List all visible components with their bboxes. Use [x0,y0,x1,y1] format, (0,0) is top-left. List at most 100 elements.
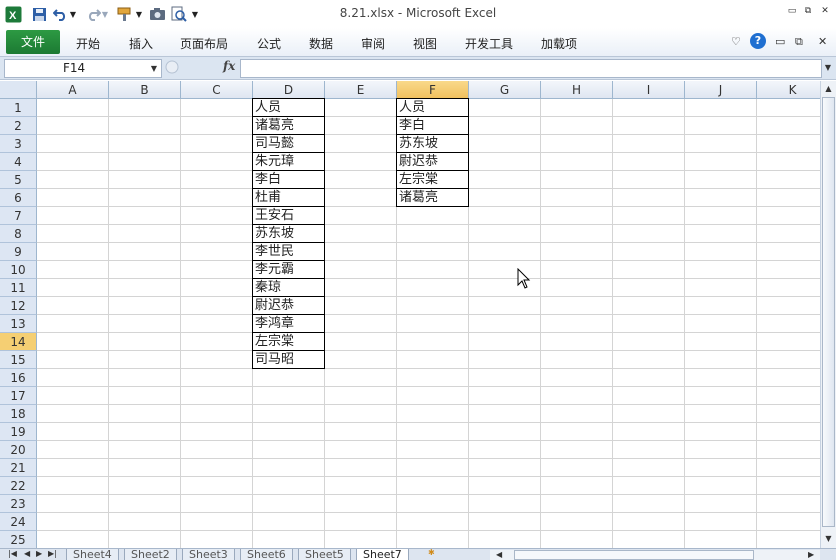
tab-file[interactable]: 文件 [6,30,60,54]
cell-d2[interactable]: 诸葛亮 [252,116,325,135]
row-header-12[interactable]: 12 [0,297,37,315]
row-header-21[interactable]: 21 [0,459,37,477]
row-header-4[interactable]: 4 [0,153,37,171]
sheet-tab[interactable]: Sheet3 [182,549,235,560]
cell-d6[interactable]: 杜甫 [252,188,325,207]
restore-window-icon[interactable]: ⧉ [802,6,814,18]
row-header-20[interactable]: 20 [0,441,37,459]
cell-d13[interactable]: 李鸿章 [252,314,325,333]
row-header-10[interactable]: 10 [0,261,37,279]
column-header-a[interactable]: A [37,81,109,99]
worksheet-grid[interactable]: ABCDEFGHIJK 1 2 3 4 5 6 7 8 9 10 11 12 13 14 15 16 17 18 1… [0,81,820,548]
expand-formula-bar-icon[interactable]: ▼ [822,60,834,75]
row-header-19[interactable]: 19 [0,423,37,441]
sheet-tab[interactable]: Sheet5 [298,549,351,560]
cell-d5[interactable]: 李白 [252,170,325,189]
row-header-8[interactable]: 8 [0,225,37,243]
insert-sheet-icon[interactable]: ✱ [428,549,435,557]
vertical-scrollbar[interactable]: ▲ ▼ [820,81,836,548]
row-header-18[interactable]: 18 [0,405,37,423]
insert-function-icon[interactable]: fx [223,59,235,73]
column-header-c[interactable]: C [181,81,253,99]
scroll-up-icon[interactable]: ▲ [822,82,835,96]
tab-home[interactable]: 开始 [76,35,100,52]
select-all-button[interactable] [0,81,37,99]
cell-d12[interactable]: 尉迟恭 [252,296,325,315]
workbook-restore-icon[interactable]: ⧉ [795,35,803,49]
column-header-i[interactable]: I [613,81,685,99]
cell-d8[interactable]: 苏东坡 [252,224,325,243]
row-header-25[interactable]: 25 [0,531,37,548]
row-header-7[interactable]: 7 [0,207,37,225]
row-header-6[interactable]: 6 [0,189,37,207]
help-icon[interactable]: ? [750,33,766,49]
vertical-scroll-thumb[interactable] [822,97,835,527]
minimize-window-icon[interactable]: ▭ [786,6,798,18]
row-header-24[interactable]: 24 [0,513,37,531]
cell-d11[interactable]: 秦琼 [252,278,325,297]
cancel-formula-icon[interactable] [165,60,179,74]
cell-f1[interactable]: 人员 [396,98,469,117]
cell-d9[interactable]: 李世民 [252,242,325,261]
row-header-22[interactable]: 22 [0,477,37,495]
column-header-h[interactable]: H [541,81,613,99]
first-sheet-icon[interactable]: |◀ [8,549,17,558]
sheet-tab[interactable]: Sheet2 [124,549,177,560]
column-header-b[interactable]: B [109,81,181,99]
row-header-9[interactable]: 9 [0,243,37,261]
scroll-right-icon[interactable]: ▶ [808,550,814,559]
row-header-3[interactable]: 3 [0,135,37,153]
row-header-11[interactable]: 11 [0,279,37,297]
row-header-13[interactable]: 13 [0,315,37,333]
row-header-16[interactable]: 16 [0,369,37,387]
row-header-2[interactable]: 2 [0,117,37,135]
chevron-down-icon[interactable]: ▼ [151,60,157,77]
tab-view[interactable]: 视图 [413,35,437,52]
row-header-23[interactable]: 23 [0,495,37,513]
next-sheet-icon[interactable]: ▶ [36,549,42,558]
column-header-e[interactable]: E [325,81,397,99]
cell-d15[interactable]: 司马昭 [252,350,325,369]
scroll-down-icon[interactable]: ▼ [822,532,835,546]
close-window-icon[interactable]: ✕ [819,6,831,18]
sheet-tab[interactable]: Sheet6 [240,549,293,560]
tab-developer[interactable]: 开发工具 [465,35,513,52]
column-header-k[interactable]: K [757,81,820,99]
row-header-14[interactable]: 14 [0,333,37,351]
cell-d3[interactable]: 司马懿 [252,134,325,153]
workbook-close-icon[interactable]: ✕ [818,35,827,48]
column-header-f[interactable]: F [397,81,469,99]
cell-f6[interactable]: 诸葛亮 [396,188,469,207]
cell-f3[interactable]: 苏东坡 [396,134,469,153]
cell-f2[interactable]: 李白 [396,116,469,135]
cell-d4[interactable]: 朱元璋 [252,152,325,171]
tab-data[interactable]: 数据 [309,35,333,52]
row-header-17[interactable]: 17 [0,387,37,405]
workbook-minimize-icon[interactable]: ▭ [775,35,785,48]
cell-f4[interactable]: 尉迟恭 [396,152,469,171]
tab-formulas[interactable]: 公式 [257,35,281,52]
scroll-left-icon[interactable]: ◀ [496,550,502,559]
formula-input[interactable] [240,59,822,78]
cell-f5[interactable]: 左宗棠 [396,170,469,189]
row-header-1[interactable]: 1 [0,99,37,117]
name-box[interactable]: F14 ▼ [4,59,162,78]
sheet-tab-active[interactable]: Sheet7 [356,549,409,560]
cell-d1[interactable]: 人员 [252,98,325,117]
tab-insert[interactable]: 插入 [129,35,153,52]
cell-d7[interactable]: 王安石 [252,206,325,225]
cell-d10[interactable]: 李元霸 [252,260,325,279]
tab-review[interactable]: 审阅 [361,35,385,52]
last-sheet-icon[interactable]: ▶| [48,549,57,558]
column-header-j[interactable]: J [685,81,757,99]
row-header-5[interactable]: 5 [0,171,37,189]
column-header-d[interactable]: D [253,81,325,99]
column-header-g[interactable]: G [469,81,541,99]
row-header-15[interactable]: 15 [0,351,37,369]
cell-d14[interactable]: 左宗棠 [252,332,325,351]
sheet-tab[interactable]: Sheet4 [66,549,119,560]
tab-add-ins[interactable]: 加载项 [541,35,577,52]
ribbon-minimize-icon[interactable]: ♡ [731,35,741,48]
tab-page-layout[interactable]: 页面布局 [180,35,228,52]
prev-sheet-icon[interactable]: ◀ [24,549,30,558]
